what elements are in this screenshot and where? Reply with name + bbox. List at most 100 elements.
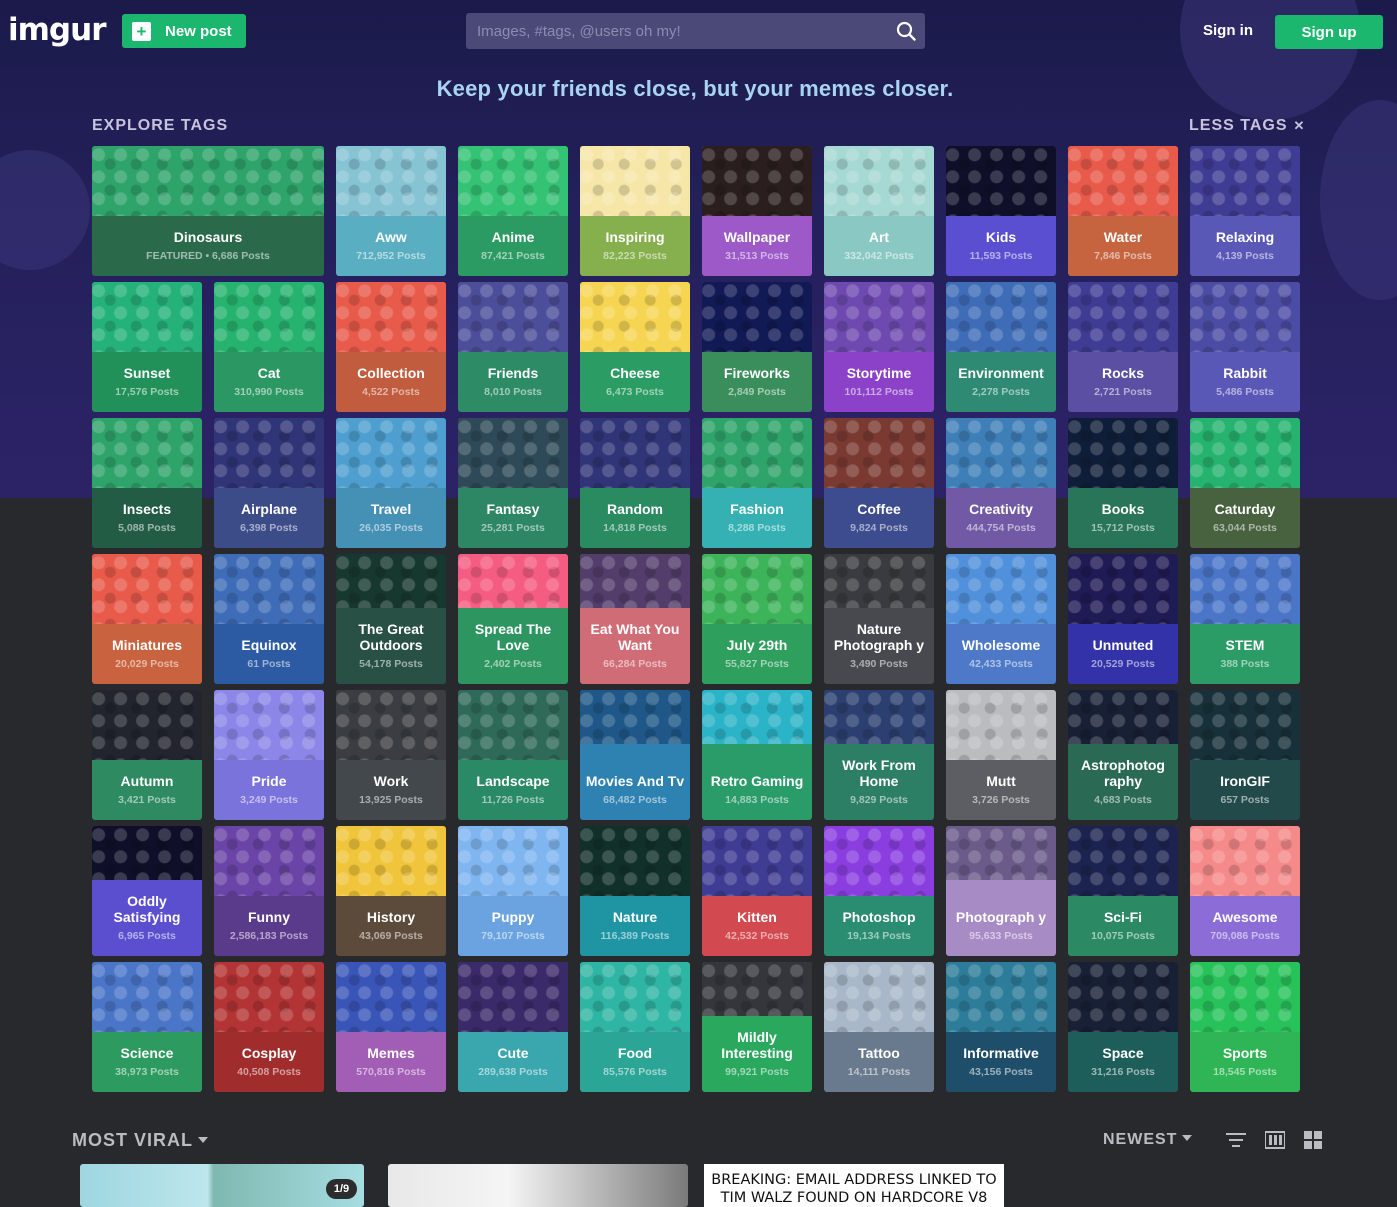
tag-tile[interactable]: Awesome 709,086 Posts — [1190, 826, 1300, 956]
tag-post-count: 43,156 Posts — [969, 1066, 1033, 1078]
tag-tile[interactable]: Sunset 17,576 Posts — [92, 282, 202, 412]
tag-tile[interactable]: Food 85,576 Posts — [580, 962, 690, 1092]
tag-tile[interactable]: Photograph y 95,633 Posts — [946, 826, 1056, 956]
tag-tile[interactable]: Fantasy 25,281 Posts — [458, 418, 568, 548]
tag-tile[interactable]: Sports 18,545 Posts — [1190, 962, 1300, 1092]
tag-tile[interactable]: Random 14,818 Posts — [580, 418, 690, 548]
tag-tile[interactable]: Dinosaurs FEATURED • 6,686 Posts — [92, 146, 324, 276]
tag-tile[interactable]: Informative 43,156 Posts — [946, 962, 1056, 1092]
tag-name: Sports — [1222, 1045, 1268, 1061]
tag-tile[interactable]: Funny 2,586,183 Posts — [214, 826, 324, 956]
tag-tile[interactable]: Insects 5,088 Posts — [92, 418, 202, 548]
tag-tile[interactable]: Pride 3,249 Posts — [214, 690, 324, 820]
tag-artwork — [946, 826, 1056, 880]
tag-tile[interactable]: IronGIF 657 Posts — [1190, 690, 1300, 820]
tag-tile[interactable]: Storytime 101,112 Posts — [824, 282, 934, 412]
tag-tile[interactable]: Movies And Tv 68,482 Posts — [580, 690, 690, 820]
tag-tile[interactable]: Wallpaper 31,513 Posts — [702, 146, 812, 276]
tag-tile[interactable]: Anime 87,421 Posts — [458, 146, 568, 276]
tag-tile[interactable]: Mutt 3,726 Posts — [946, 690, 1056, 820]
tag-tile[interactable]: Friends 8,010 Posts — [458, 282, 568, 412]
tag-post-count: 101,112 Posts — [844, 386, 914, 398]
tag-tile[interactable]: Rabbit 5,486 Posts — [1190, 282, 1300, 412]
tag-artwork — [580, 282, 690, 352]
close-icon: ✕ — [1293, 118, 1306, 133]
tag-tile[interactable]: Rocks 2,721 Posts — [1068, 282, 1178, 412]
tag-tile[interactable]: Miniatures 20,029 Posts — [92, 554, 202, 684]
tag-info: Coffee 9,824 Posts — [824, 488, 934, 548]
filter-icon[interactable] — [1226, 1131, 1246, 1149]
tag-tile[interactable]: Cute 289,638 Posts — [458, 962, 568, 1092]
tag-tile[interactable]: Cat 310,990 Posts — [214, 282, 324, 412]
tag-tile[interactable]: History 43,069 Posts — [336, 826, 446, 956]
gallery-pager: 1/9 — [326, 1179, 357, 1199]
sign-up-button[interactable]: Sign up — [1275, 15, 1383, 49]
tag-tile[interactable]: Books 15,712 Posts — [1068, 418, 1178, 548]
tag-tile[interactable]: Coffee 9,824 Posts — [824, 418, 934, 548]
tag-tile[interactable]: Kitten 42,532 Posts — [702, 826, 812, 956]
tag-tile[interactable]: Fireworks 2,849 Posts — [702, 282, 812, 412]
tag-tile[interactable]: Fashion 8,288 Posts — [702, 418, 812, 548]
tag-tile[interactable]: Environment 2,278 Posts — [946, 282, 1056, 412]
tag-tile[interactable]: Photoshop 19,134 Posts — [824, 826, 934, 956]
post-headline[interactable]: BREAKING: EMAIL ADDRESS LINKED TO TIM WA… — [704, 1164, 1004, 1207]
tag-tile[interactable]: Relaxing 4,139 Posts — [1190, 146, 1300, 276]
tag-tile[interactable]: The Great Outdoors 54,178 Posts — [336, 554, 446, 684]
tag-tile[interactable]: Creativity 444,754 Posts — [946, 418, 1056, 548]
tag-name: Friends — [487, 365, 539, 381]
tag-tile[interactable]: Art 332,042 Posts — [824, 146, 934, 276]
tag-tile[interactable]: July 29th 55,827 Posts — [702, 554, 812, 684]
tag-tile[interactable]: Nature Photograph y 3,490 Posts — [824, 554, 934, 684]
tag-tile[interactable]: Astrophotog raphy 4,683 Posts — [1068, 690, 1178, 820]
tag-tile[interactable]: STEM 388 Posts — [1190, 554, 1300, 684]
tag-post-count: 25,281 Posts — [481, 522, 545, 534]
tag-tile[interactable]: Caturday 63,044 Posts — [1190, 418, 1300, 548]
tag-tile[interactable]: Tattoo 14,111 Posts — [824, 962, 934, 1092]
tag-tile[interactable]: Travel 26,035 Posts — [336, 418, 446, 548]
grid-view-icon[interactable] — [1303, 1131, 1323, 1149]
tag-tile[interactable]: Retro Gaming 14,883 Posts — [702, 690, 812, 820]
tag-tile[interactable]: Work 13,925 Posts — [336, 690, 446, 820]
tag-tile[interactable]: Work From Home 9,829 Posts — [824, 690, 934, 820]
sort-dropdown[interactable]: NEWEST — [1103, 1131, 1193, 1149]
tag-tile[interactable]: Equinox 61 Posts — [214, 554, 324, 684]
post-card[interactable] — [388, 1164, 688, 1207]
most-viral-dropdown[interactable]: MOST VIRAL — [72, 1130, 208, 1151]
tag-tile[interactable]: Mildly Interesting 99,921 Posts — [702, 962, 812, 1092]
tag-tile[interactable]: Airplane 6,398 Posts — [214, 418, 324, 548]
tag-artwork — [1190, 418, 1300, 488]
tag-tile[interactable]: Cosplay 40,508 Posts — [214, 962, 324, 1092]
tag-info: Nature Photograph y 3,490 Posts — [824, 608, 934, 684]
tag-tile[interactable]: Landscape 11,726 Posts — [458, 690, 568, 820]
post-card[interactable] — [80, 1164, 364, 1207]
tag-tile[interactable]: Inspiring 82,223 Posts — [580, 146, 690, 276]
tag-tile[interactable]: Puppy 79,107 Posts — [458, 826, 568, 956]
tag-tile[interactable]: Water 7,846 Posts — [1068, 146, 1178, 276]
tag-name: Aww — [375, 229, 407, 245]
less-tags-toggle[interactable]: LESS TAGS ✕ — [1189, 117, 1305, 135]
search-icon[interactable] — [896, 21, 916, 41]
tag-tile[interactable]: Sci-Fi 10,075 Posts — [1068, 826, 1178, 956]
sign-in-link[interactable]: Sign in — [1203, 22, 1253, 39]
tag-tile[interactable]: Space 31,216 Posts — [1068, 962, 1178, 1092]
tag-tile[interactable]: Cheese 6,473 Posts — [580, 282, 690, 412]
imgur-logo[interactable]: imgur — [8, 12, 106, 48]
tag-tile[interactable]: Wholesome 42,433 Posts — [946, 554, 1056, 684]
tag-tile[interactable]: Collection 4,522 Posts — [336, 282, 446, 412]
tag-tile[interactable]: Kids 11,593 Posts — [946, 146, 1056, 276]
tag-tile[interactable]: Autumn 3,421 Posts — [92, 690, 202, 820]
tag-tile[interactable]: Memes 570,816 Posts — [336, 962, 446, 1092]
tag-tile[interactable]: Science 38,973 Posts — [92, 962, 202, 1092]
tag-info: Anime 87,421 Posts — [458, 216, 568, 276]
new-post-button[interactable]: + New post — [122, 14, 246, 48]
tag-artwork — [1068, 690, 1178, 744]
tag-tile[interactable]: Oddly Satisfying 6,965 Posts — [92, 826, 202, 956]
tag-tile[interactable]: Spread The Love 2,402 Posts — [458, 554, 568, 684]
background-decoration — [0, 150, 90, 270]
compact-view-icon[interactable] — [1265, 1131, 1285, 1149]
search-input[interactable] — [466, 13, 925, 49]
tag-tile[interactable]: Eat What You Want 66,284 Posts — [580, 554, 690, 684]
tag-tile[interactable]: Nature 116,389 Posts — [580, 826, 690, 956]
tag-tile[interactable]: Aww 712,952 Posts — [336, 146, 446, 276]
tag-tile[interactable]: Unmuted 20,529 Posts — [1068, 554, 1178, 684]
